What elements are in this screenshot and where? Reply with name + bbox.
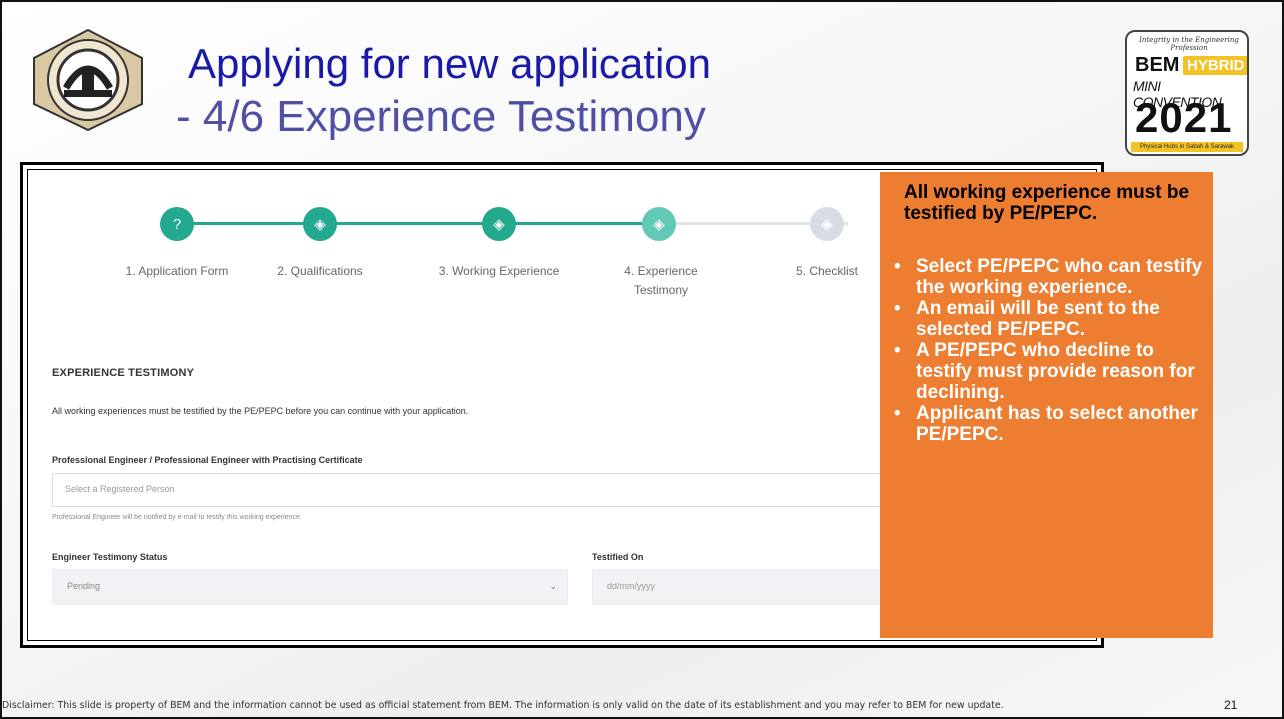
testimony-status-value: Pending (67, 581, 101, 591)
step-2-layers-icon[interactable]: ◈ (303, 207, 337, 241)
pe-help-text: Professional Engineer will be notified b… (52, 514, 302, 521)
step-4-layers-icon[interactable]: ◈ (642, 207, 676, 241)
step-2-label[interactable]: 2. Qualifications (245, 262, 395, 281)
registered-person-select[interactable]: Select a Registered Person (52, 473, 932, 507)
slide-title: Applying for new application (188, 40, 711, 87)
step-1-question-icon[interactable]: ? (160, 207, 194, 241)
step-3-label[interactable]: 3. Working Experience (424, 262, 574, 281)
progress-stepper: ? ◈ ◈ ◈ ◈ 1. Application Form 2. Qualifi… (28, 188, 928, 298)
section-title: EXPERIENCE TESTIMONY (52, 367, 195, 379)
step-1-label[interactable]: 1. Application Form (102, 262, 252, 281)
callout-bullet: An email will be sent to the selected PE… (894, 298, 1203, 340)
callout-bullets: Select PE/PEPC who can testify the worki… (894, 256, 1203, 445)
bem-crest-logo (33, 28, 143, 132)
slide-subtitle: - 4/6 Experience Testimony (176, 92, 706, 141)
logo-strip: Physical Hubs in Sabah & Sarawak (1131, 142, 1243, 152)
bem-hybrid-convention-logo: Integrity in the Engineering Profession … (1125, 30, 1249, 156)
disclaimer-text: Disclaimer: This slide is property of BE… (2, 700, 1004, 711)
step-3-layers-icon[interactable]: ◈ (482, 207, 516, 241)
step-5-layers-icon[interactable]: ◈ (810, 207, 844, 241)
intro-text: All working experiences must be testifie… (52, 406, 469, 416)
slide: Applying for new application - 4/6 Exper… (0, 0, 1284, 719)
callout-bullet: Applicant has to select another PE/PEPC. (894, 403, 1203, 445)
logo-year: 2021 (1135, 94, 1233, 141)
status-field-label: Engineer Testimony Status (52, 552, 168, 562)
page-number: 21 (1224, 698, 1238, 712)
logo-bem: BEM (1135, 54, 1180, 76)
callout-bullet: Select PE/PEPC who can testify the worki… (894, 256, 1203, 298)
callout-heading: All working experience must be testified… (904, 182, 1190, 224)
step-4-label[interactable]: 4. Experience Testimony (616, 262, 706, 300)
logo-tagline: Integrity in the Engineering Profession (1139, 36, 1239, 52)
logo-hybrid: HYBRID (1183, 56, 1247, 75)
instruction-callout: All working experience must be testified… (880, 172, 1213, 638)
chevron-down-icon: ⌄ (549, 581, 557, 591)
callout-bullet: A PE/PEPC who decline to testify must pr… (894, 340, 1203, 403)
pe-field-label: Professional Engineer / Professional Eng… (52, 455, 363, 465)
testified-on-label: Testified On (592, 552, 644, 562)
testimony-status-select[interactable]: Pending ⌄ (52, 569, 568, 605)
stepper-line-done (178, 222, 518, 225)
